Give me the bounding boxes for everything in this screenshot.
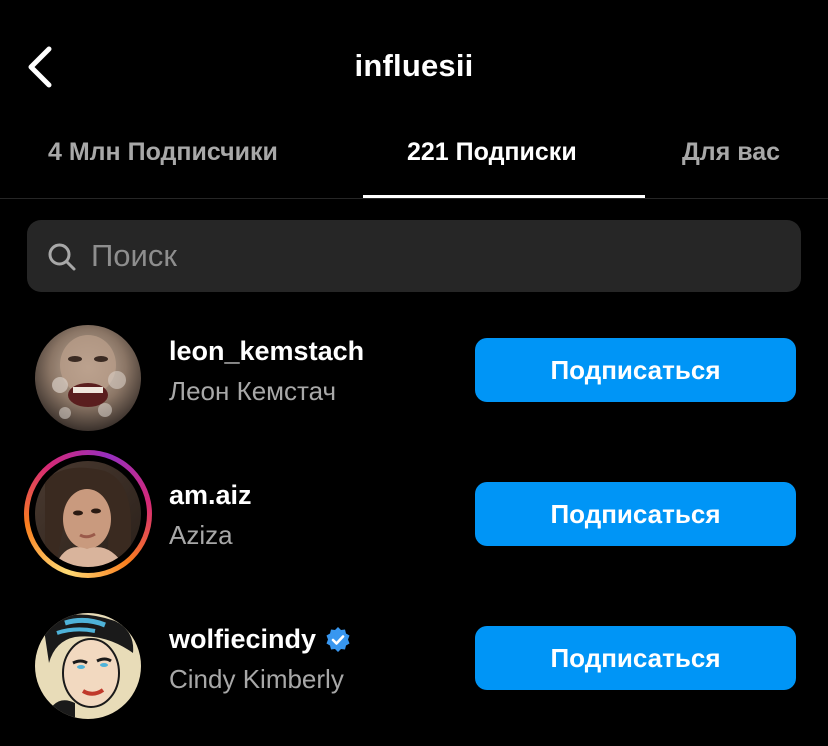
list-item[interactable]: am.aiz Aziza Подписаться [0, 450, 828, 594]
avatar-image [35, 461, 141, 567]
tab-for-you[interactable]: Для вас [682, 138, 780, 167]
top-bar: influesii [0, 0, 828, 120]
follow-button[interactable]: Подписаться [475, 338, 796, 402]
list-item[interactable]: leon_kemstach Леон Кемстач Подписаться [0, 314, 828, 458]
avatar[interactable] [24, 602, 152, 730]
page-title: influesii [354, 48, 474, 83]
list-item[interactable]: wolfiecindy Cindy Kimberly Подписаться [0, 602, 828, 746]
full-name: Aziza [169, 520, 233, 550]
username[interactable]: wolfiecindy [169, 624, 352, 655]
avatar-image [35, 613, 141, 719]
search-bar[interactable] [27, 220, 801, 292]
verified-badge-icon [326, 626, 350, 652]
username-text: wolfiecindy [169, 624, 317, 654]
full-name: Cindy Kimberly [169, 664, 344, 694]
username[interactable]: leon_kemstach [169, 336, 364, 367]
username-text: leon_kemstach [169, 336, 365, 366]
avatar[interactable] [24, 314, 152, 442]
tab-following[interactable]: 221 Подписки [407, 138, 577, 167]
tab-bar: 4 Млн Подписчики 221 Подписки Для вас [0, 120, 828, 199]
avatar-image [35, 325, 141, 431]
avatar-story-ring[interactable] [24, 450, 152, 578]
active-tab-indicator [363, 195, 645, 198]
username-text: am.aiz [169, 480, 252, 510]
username[interactable]: am.aiz [169, 480, 252, 511]
full-name: Леон Кемстач [169, 376, 337, 406]
follow-button[interactable]: Подписаться [475, 626, 796, 690]
follow-button[interactable]: Подписаться [475, 482, 796, 546]
search-icon [48, 243, 76, 271]
search-input[interactable] [91, 220, 781, 292]
tab-followers[interactable]: 4 Млн Подписчики [48, 138, 278, 167]
